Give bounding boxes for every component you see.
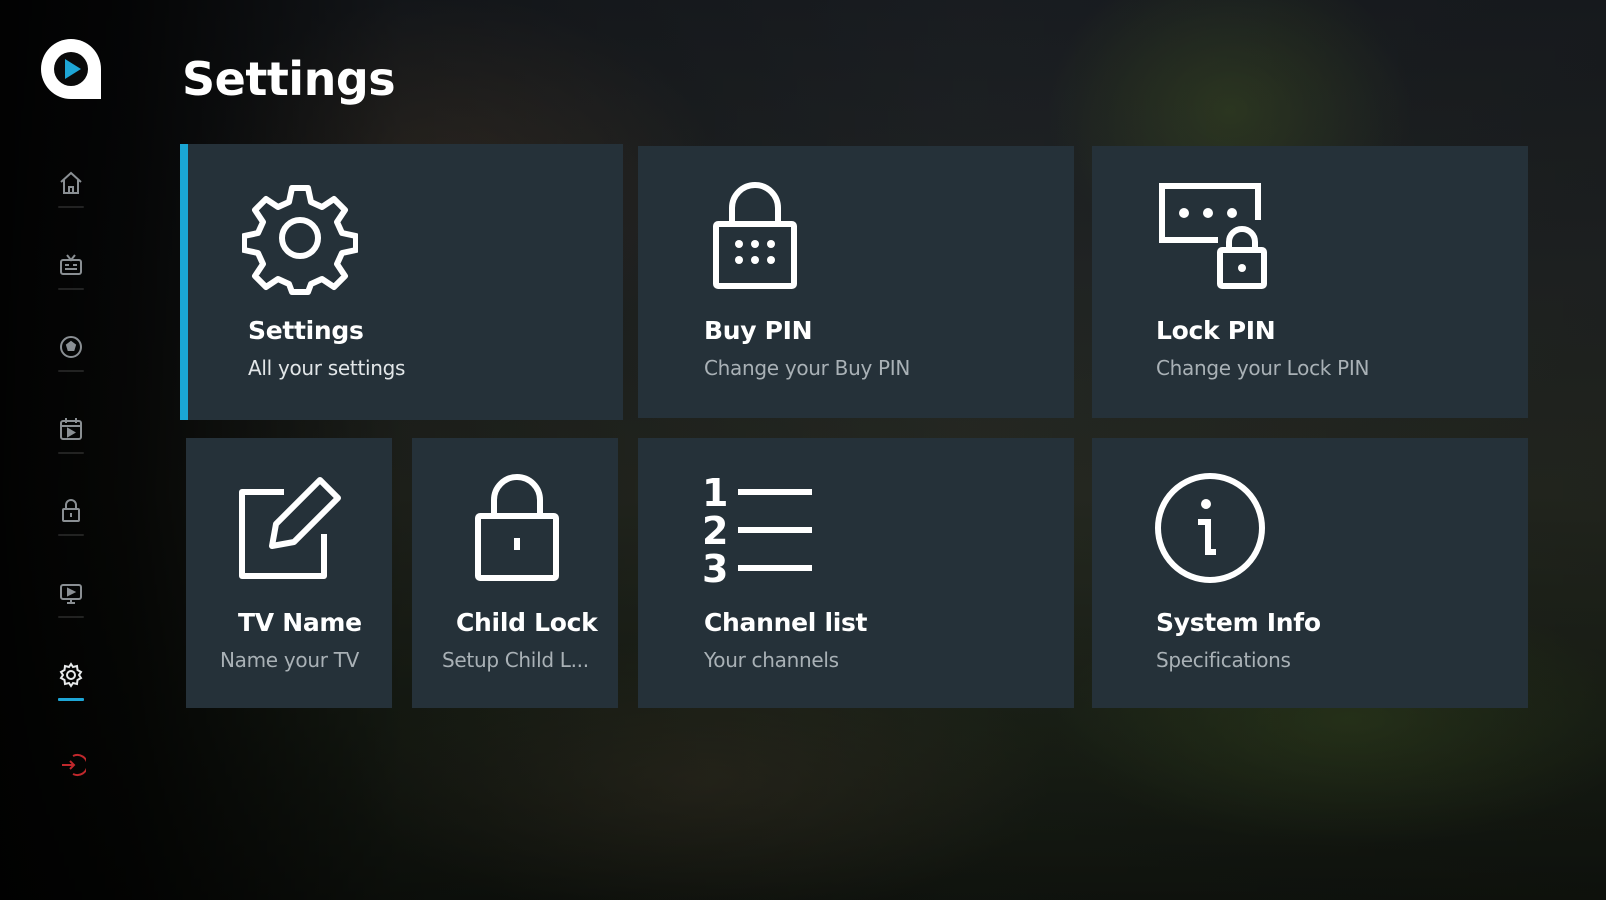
info-icon: [1155, 473, 1265, 583]
sidebar-item-channels[interactable]: [50, 250, 92, 300]
calendar-icon: [60, 418, 82, 440]
tile-lock-pin[interactable]: Lock PIN Change your Lock PIN: [1092, 146, 1528, 418]
svg-text:3: 3: [702, 547, 728, 586]
sports-ball-icon: [60, 336, 82, 358]
tile-subtitle: Change your Lock PIN: [1156, 356, 1370, 380]
nav-underline: [58, 616, 84, 618]
app-logo-play-icon: [41, 39, 101, 99]
nav-underline: [58, 206, 84, 208]
nav-underline-active: [58, 698, 84, 701]
nav-underline: [58, 452, 84, 454]
tile-buy-pin[interactable]: Buy PIN Change your Buy PIN: [638, 146, 1074, 418]
sidebar-item-logout[interactable]: [50, 750, 92, 800]
nav-underline: [58, 288, 84, 290]
logout-icon: [62, 754, 86, 776]
sidebar-item-sports[interactable]: [50, 332, 92, 382]
edit-icon: [239, 477, 341, 579]
sidebar-nav: [0, 0, 140, 900]
tile-subtitle: Your channels: [704, 648, 839, 672]
sidebar-item-tv[interactable]: [50, 578, 92, 628]
sidebar-item-settings[interactable]: [50, 660, 92, 710]
numbered-list-icon: 1 2 3: [702, 471, 812, 586]
tile-title: Child Lock: [456, 608, 598, 637]
tv-icon: [60, 584, 82, 604]
sidebar-item-locked[interactable]: [50, 496, 92, 546]
tile-subtitle: Name your TV: [220, 648, 359, 672]
tile-title: Buy PIN: [704, 316, 813, 345]
tile-title: Channel list: [704, 608, 868, 637]
tile-system-info[interactable]: System Info Specifications: [1092, 438, 1528, 708]
tv-channels-icon: [60, 254, 82, 275]
tile-title: TV Name: [238, 608, 362, 637]
lock-icon: [62, 499, 80, 522]
tile-tv-name[interactable]: TV Name Name your TV: [186, 438, 392, 708]
tile-subtitle: Setup Child L...: [442, 648, 589, 672]
sidebar-item-guide[interactable]: [50, 414, 92, 464]
pin-lock-icon: [1159, 183, 1267, 289]
home-icon: [60, 171, 82, 194]
tile-title: Lock PIN: [1156, 316, 1276, 345]
tile-child-lock[interactable]: Child Lock Setup Child L...: [412, 438, 618, 708]
nav-underline: [58, 534, 84, 536]
gear-icon: [242, 185, 358, 295]
tile-title: Settings: [248, 316, 364, 345]
nav-underline: [58, 370, 84, 372]
keypad-lock-icon: [713, 182, 797, 289]
tile-title: System Info: [1156, 608, 1321, 637]
tile-subtitle: Specifications: [1156, 648, 1291, 672]
gear-icon: [59, 662, 83, 688]
tile-settings[interactable]: Settings All your settings: [180, 144, 623, 420]
sidebar-item-home[interactable]: [50, 168, 92, 218]
page-title: Settings: [182, 52, 396, 106]
padlock-icon: [475, 474, 559, 581]
tile-channel-list[interactable]: 1 2 3 Channel list Your channels: [638, 438, 1074, 708]
tile-subtitle: Change your Buy PIN: [704, 356, 911, 380]
tile-subtitle: All your settings: [248, 356, 406, 380]
